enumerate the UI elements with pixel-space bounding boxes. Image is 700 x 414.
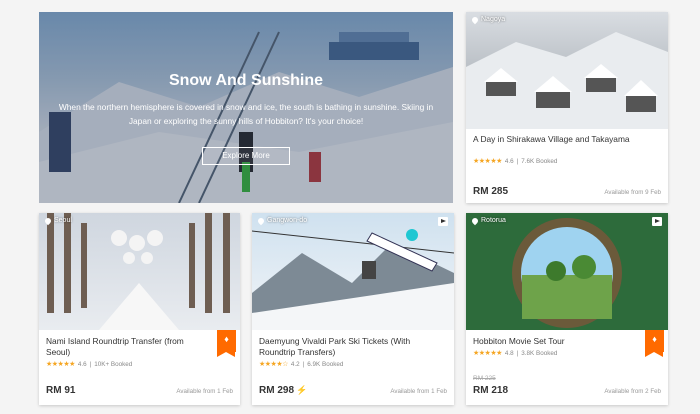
activity-title: A Day in Shirakawa Village and Takayama	[473, 134, 630, 144]
activity-rating: ★★★★★ 4.6 | 10K+ Booked	[46, 360, 133, 369]
availability-text: Available from 9 Feb	[604, 189, 661, 196]
activity-price: RM 285	[473, 186, 509, 197]
activity-card-vivaldi-park[interactable]: Gangwon-do Daemyung Vivaldi Park Ski Tic…	[252, 213, 454, 405]
activity-title: Nami Island Roundtrip Transfer (from Seo…	[46, 336, 184, 357]
location-pin-icon	[43, 216, 53, 225]
activity-price: RM 298 ⚡	[259, 385, 308, 396]
activity-card-nami-island[interactable]: Seoul ♦ Nami Island Roundtrip Transfer (…	[39, 213, 240, 405]
location-tag: Seoul	[43, 216, 72, 225]
activity-rating: ★★★★★ 4.8 | 3.8K Booked	[473, 349, 558, 358]
activity-image: Gangwon-do	[252, 213, 454, 330]
explore-more-button[interactable]: Explore More	[202, 147, 290, 165]
activity-card-shirakawa[interactable]: Nagoya A Day in Shirakawa Village and Ta…	[466, 12, 668, 203]
location-tag: Nagoya	[470, 15, 505, 24]
location-tag: Rotorua	[470, 216, 506, 225]
hero-title: Snow And Sunshine	[168, 72, 324, 89]
availability-text: Available from 1 Feb	[390, 388, 447, 395]
activity-image: Nagoya	[466, 12, 668, 129]
availability-text: Available from 2 Feb	[604, 388, 661, 395]
flame-icon: ♦	[652, 334, 657, 344]
video-play-icon[interactable]	[652, 217, 662, 226]
lightning-icon: ⚡	[296, 385, 308, 395]
activity-price: RM 218	[473, 385, 509, 396]
location-pin-icon	[470, 216, 480, 225]
flash-deal-badge: ♦	[217, 330, 236, 357]
star-rating-icon: ★★★★★	[46, 361, 75, 368]
activity-card-hobbiton[interactable]: Rotorua ♦ Hobbiton Movie Set Tour ★★★★★ …	[466, 213, 668, 405]
star-rating-icon: ★★★★★	[473, 158, 502, 165]
availability-text: Available from 1 Feb	[176, 388, 233, 395]
hero-subtitle: When the northern hemisphere is covered …	[58, 102, 434, 126]
activity-image: Rotorua	[466, 213, 668, 330]
location-tag: Gangwon-do	[256, 216, 307, 225]
activity-rating: ★★★★★ 4.6 | 7.6K Booked	[473, 157, 558, 166]
flame-icon: ♦	[224, 334, 229, 344]
activity-price: RM 91	[46, 385, 76, 396]
original-price: RM 225	[473, 375, 496, 382]
location-pin-icon	[256, 216, 266, 225]
activity-title: Hobbiton Movie Set Tour	[473, 336, 565, 346]
activity-rating: ★★★★☆ 4.2 | 6.9K Booked	[259, 360, 344, 369]
hero-banner[interactable]: Snow And Sunshine When the northern hemi…	[39, 12, 453, 203]
video-play-icon[interactable]	[438, 217, 448, 226]
star-rating-icon: ★★★★★	[473, 350, 502, 357]
location-pin-icon	[470, 15, 480, 24]
activity-title: Daemyung Vivaldi Park Ski Tickets (With …	[259, 336, 411, 357]
star-rating-icon: ★★★★☆	[259, 361, 288, 368]
flash-deal-badge: ♦	[645, 330, 664, 357]
activity-image: Seoul	[39, 213, 240, 330]
